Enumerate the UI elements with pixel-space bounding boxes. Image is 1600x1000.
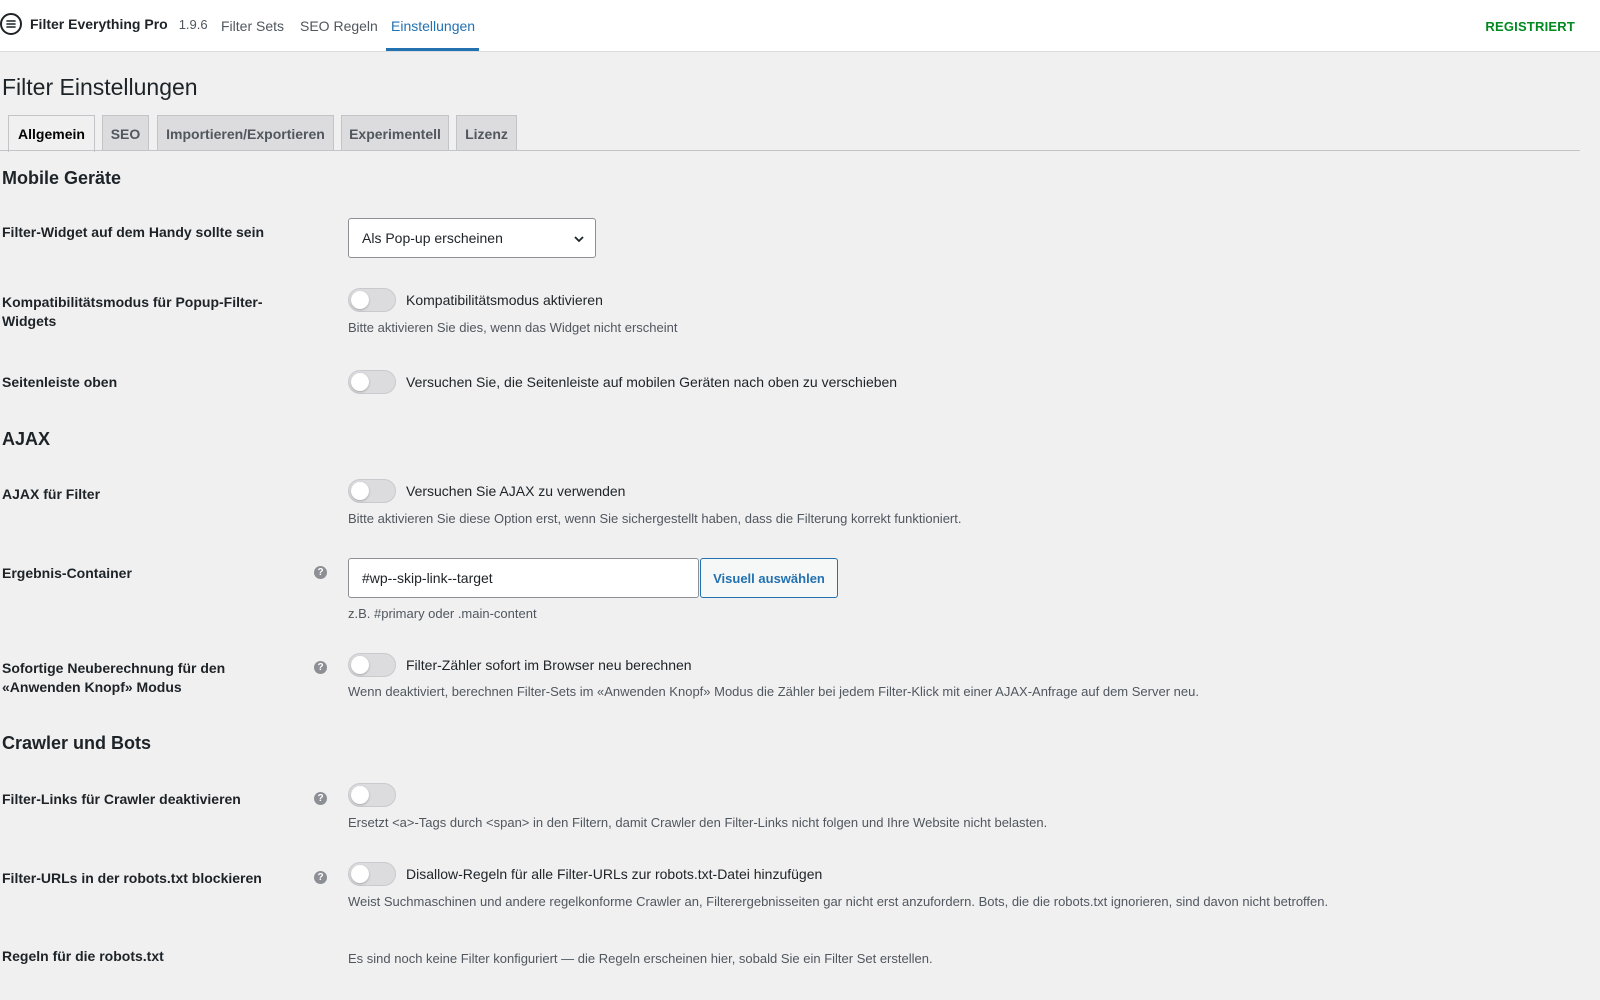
help-icon[interactable]: ?: [314, 661, 327, 674]
instant-recalc-toggle-label: Filter-Zähler sofort im Browser neu bere…: [406, 657, 692, 673]
tab-import-export[interactable]: Importieren/Exportieren: [157, 115, 334, 151]
label-ajax-filter: AJAX für Filter: [2, 486, 101, 502]
chevron-down-icon: [573, 232, 585, 248]
robots-block-toggle[interactable]: [348, 862, 396, 886]
sidebar-top-toggle[interactable]: [348, 370, 396, 394]
ajax-filter-toggle[interactable]: [348, 479, 396, 503]
help-icon[interactable]: ?: [314, 792, 327, 805]
label-disable-crawler-links: Filter-Links für Crawler deaktivieren: [2, 791, 241, 807]
tab-license[interactable]: Lizenz: [456, 115, 517, 151]
nav-seo-rules[interactable]: SEO Regeln: [300, 18, 378, 34]
label-sidebar-top: Seitenleiste oben: [2, 374, 118, 390]
help-icon[interactable]: ?: [314, 871, 327, 884]
label-robots-rules: Regeln für die robots.txt: [2, 948, 164, 964]
sidebar-top-toggle-label: Versuchen Sie, die Seitenleiste auf mobi…: [406, 374, 898, 390]
results-container-value: #wp--skip-link--target: [362, 570, 493, 586]
toggle-knob: [351, 656, 369, 674]
top-bar: Filter Everything Pro 1.9.6 Filter Sets …: [0, 0, 1600, 52]
filter-logo-icon: [0, 13, 22, 35]
results-container-input[interactable]: #wp--skip-link--target: [348, 558, 699, 598]
page-title: Filter Einstellungen: [2, 74, 198, 100]
results-container-description: z.B. #primary oder .main-content: [348, 606, 537, 621]
label-instant-recalc: Sofortige Neuberechnung für den «Anwende…: [2, 660, 226, 695]
brand[interactable]: Filter Everything Pro 1.9.6: [0, 13, 208, 35]
disable-crawler-links-description: Ersetzt <a>-Tags durch <span> in den Fil…: [348, 815, 1048, 830]
mobile-widget-select[interactable]: Als Pop-up erscheinen: [348, 218, 596, 258]
label-mobile-widget: Filter-Widget auf dem Handy sollte sein: [2, 224, 265, 240]
robots-rules-description: Es sind noch keine Filter konfiguriert —…: [348, 951, 933, 966]
nav-settings[interactable]: Einstellungen: [391, 18, 475, 34]
section-title-crawlers: Crawler und Bots: [2, 733, 152, 753]
toggle-knob: [351, 291, 369, 309]
tab-general[interactable]: Allgemein: [8, 115, 95, 152]
nav-active-indicator: [386, 48, 479, 51]
popup-compat-toggle-label: Kompatibilitätsmodus aktivieren: [406, 292, 603, 308]
help-icon[interactable]: ?: [314, 566, 327, 579]
registration-status-badge: REGISTRIERT: [1485, 19, 1575, 34]
robots-block-description: Weist Suchmaschinen und andere regelkonf…: [348, 894, 1329, 909]
disable-crawler-links-toggle[interactable]: [348, 783, 396, 807]
toggle-knob: [351, 786, 369, 804]
brand-version: 1.9.6: [178, 16, 208, 32]
ajax-filter-description: Bitte aktivieren Sie diese Option erst, …: [348, 511, 962, 526]
brand-name: Filter Everything Pro: [30, 16, 168, 32]
instant-recalc-toggle[interactable]: [348, 653, 396, 677]
mobile-widget-select-value: Als Pop-up erscheinen: [362, 230, 503, 246]
section-title-mobile: Mobile Geräte: [2, 168, 122, 188]
select-visually-button[interactable]: Visuell auswählen: [700, 558, 838, 598]
toggle-knob: [351, 373, 369, 391]
nav-filter-sets[interactable]: Filter Sets: [221, 18, 284, 34]
tab-seo[interactable]: SEO: [102, 115, 149, 151]
label-results-container: Ergebnis-Container: [2, 565, 132, 581]
toggle-knob: [351, 865, 369, 883]
section-title-ajax: AJAX: [2, 429, 51, 449]
instant-recalc-description: Wenn deaktiviert, berechnen Filter-Sets …: [348, 684, 1199, 699]
robots-block-toggle-label: Disallow-Regeln für alle Filter-URLs zur…: [406, 866, 823, 882]
label-robots-block: Filter-URLs in der robots.txt blockieren: [2, 870, 262, 886]
label-popup-compat: Kompatibilitätsmodus für Popup-Filter-Wi…: [2, 294, 263, 329]
ajax-filter-toggle-label: Versuchen Sie AJAX zu verwenden: [406, 483, 626, 499]
tabs-divider: [0, 150, 1580, 151]
toggle-knob: [351, 482, 369, 500]
tab-experimental[interactable]: Experimentell: [341, 115, 449, 151]
popup-compat-description: Bitte aktivieren Sie dies, wenn das Widg…: [348, 320, 678, 335]
popup-compat-toggle[interactable]: [348, 288, 396, 312]
